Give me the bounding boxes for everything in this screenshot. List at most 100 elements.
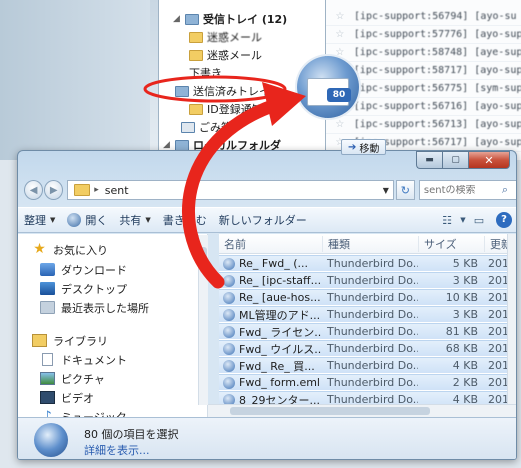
thunderbird-sidebar-edge	[0, 0, 150, 160]
nav-favorites[interactable]: ★ お気に入り	[32, 240, 108, 259]
nav-pictures[interactable]: ピクチャ	[40, 369, 105, 388]
breadcrumb-chevron-icon[interactable]: ▸	[94, 185, 99, 195]
command-bar: 整理 ▼ 開く 共有 ▼ 書き込む 新しいフォルダー ☷ ▼ ▭ ?	[18, 207, 516, 233]
forward-button[interactable]: ▶	[44, 180, 64, 200]
message-row[interactable]: ☆ [ipc-support:57776] [ayo-sup	[326, 26, 521, 44]
folder-junk-1[interactable]: 迷惑メール	[189, 28, 262, 46]
file-row[interactable]: Re_ [ipc-staff... Thunderbird Do... 3 KB…	[219, 272, 516, 288]
file-name: Re_ Fwd_ (...	[239, 257, 308, 270]
help-icon[interactable]: ?	[496, 212, 512, 228]
message-subject: [ipc-support:58717] [ayo-sup	[353, 65, 521, 76]
nav-downloads[interactable]: ダウンロード	[40, 260, 127, 279]
message-row[interactable]: ☆ [ipc-support:56794] [ayo-su	[326, 8, 521, 26]
open-label: 開く	[85, 214, 108, 227]
breadcrumb-current-folder[interactable]: sent	[105, 184, 129, 197]
file-type: Thunderbird Do...	[327, 257, 418, 270]
nav-documents[interactable]: ドキュメント	[40, 350, 127, 369]
file-row[interactable]: ML管理のアド... Thunderbird Do... 3 KB 201	[219, 306, 516, 322]
file-name: Fwd_ ウイルス...	[239, 342, 322, 356]
folder-label: 受信トレイ (12)	[203, 13, 288, 26]
move-button[interactable]: ➔ 移動	[341, 139, 387, 155]
preview-pane-icon[interactable]: ▭	[468, 214, 490, 227]
share-button[interactable]: 共有 ▼	[113, 209, 156, 231]
maximize-button[interactable]: ▢	[442, 151, 468, 169]
file-type: Thunderbird Do...	[327, 376, 418, 389]
folder-trash[interactable]: ごみ箱	[181, 118, 232, 136]
message-row[interactable]: ☆ [ipc-support:56713] [ayo-sup	[326, 116, 521, 134]
star-icon: ★	[33, 241, 46, 257]
folder-inbox[interactable]: ◢ 受信トレイ (12)	[173, 10, 287, 28]
file-row[interactable]: Re_ Fwd_ (... Thunderbird Do... 5 KB 201	[219, 255, 516, 271]
navigation-scrollbar[interactable]	[198, 235, 208, 405]
file-row[interactable]: Fwd_ Re_ 買... Thunderbird Do... 4 KB 201	[219, 357, 516, 373]
thunderbird-icon	[223, 325, 235, 338]
folder-label: 迷惑メール	[207, 31, 262, 44]
file-type: Thunderbird Do...	[327, 325, 418, 338]
picture-icon	[40, 372, 55, 385]
file-name: Fwd_ form.eml	[239, 376, 320, 389]
folder-label: ごみ箱	[199, 121, 232, 134]
column-size[interactable]: サイズ	[418, 235, 484, 252]
collapse-icon[interactable]: ◢	[173, 14, 183, 24]
nav-recent[interactable]: 最近表示した場所	[40, 298, 149, 317]
folder-label: ID登録通知	[207, 103, 263, 116]
local-folder-icon	[175, 139, 189, 151]
folder-sent[interactable]: 送信済みトレイ	[175, 82, 270, 100]
thunderbird-icon	[223, 376, 235, 389]
nav-videos[interactable]: ビデオ	[40, 388, 94, 407]
chevron-down-icon[interactable]: ▼	[458, 216, 468, 224]
horizontal-scrollbar[interactable]	[208, 404, 516, 417]
arrow-right-icon: ➔	[348, 141, 357, 153]
arrow-right-icon: ▶	[49, 184, 58, 196]
file-row[interactable]: Fwd_ form.eml Thunderbird Do... 2 KB 201	[219, 374, 516, 390]
folder-drafts[interactable]: 下書き	[189, 64, 222, 82]
file-row[interactable]: Fwd_ ライセン... Thunderbird Do... 81 KB 201	[219, 323, 516, 339]
thunderbird-icon	[223, 308, 235, 321]
new-folder-button[interactable]: 新しいフォルダー	[213, 209, 313, 231]
file-name: Fwd_ Re_ 買...	[239, 359, 315, 373]
open-button[interactable]: 開く	[61, 209, 113, 231]
show-details-link[interactable]: 詳細を表示...	[84, 442, 150, 458]
back-button[interactable]: ◀	[24, 180, 44, 200]
star-icon[interactable]: ☆	[326, 119, 354, 130]
scrollbar-thumb[interactable]	[200, 247, 207, 273]
folder-id-notify[interactable]: ID登録通知	[189, 100, 263, 118]
refresh-button[interactable]: ↻	[395, 180, 415, 200]
message-row[interactable]: ☆ [ipc-support:58748] [aye-sup	[326, 44, 521, 62]
minimize-button[interactable]: ▬	[416, 151, 442, 169]
chevron-down-icon: ▼	[145, 216, 151, 224]
nav-label: ビデオ	[61, 391, 94, 405]
column-type[interactable]: 種類	[322, 235, 418, 252]
thunderbird-icon	[223, 274, 235, 287]
refresh-icon: ↻	[400, 183, 410, 197]
star-icon[interactable]: ☆	[326, 29, 354, 40]
folder-junk-2[interactable]: 迷惑メール	[189, 46, 262, 64]
column-name[interactable]: 名前	[219, 236, 322, 252]
file-list-scrollbar[interactable]	[507, 234, 516, 404]
organize-button[interactable]: 整理 ▼	[18, 209, 61, 231]
file-row[interactable]: Re_ [aue-hos... Thunderbird Do... 10 KB …	[219, 289, 516, 305]
address-bar[interactable]: ▸ sent ▼	[67, 180, 394, 200]
nav-label: デスクトップ	[61, 282, 127, 296]
file-size: 2 KB	[452, 376, 478, 389]
nav-libraries[interactable]: ライブラリ	[32, 331, 108, 350]
burn-button[interactable]: 書き込む	[157, 209, 213, 231]
collapse-icon[interactable]: ◢	[163, 140, 173, 150]
nav-label: ダウンロード	[61, 263, 127, 277]
thunderbird-icon	[223, 359, 235, 372]
file-type: Thunderbird Do...	[327, 342, 418, 355]
file-row[interactable]: Fwd_ ウイルス... Thunderbird Do... 68 KB 201	[219, 340, 516, 356]
close-button[interactable]: ✕	[468, 151, 510, 169]
search-icon[interactable]: ⌕	[502, 183, 508, 197]
search-box[interactable]: ⌕	[418, 180, 516, 200]
star-icon[interactable]: ☆	[326, 11, 354, 22]
file-type: Thunderbird Do...	[327, 359, 418, 372]
burn-label: 書き込む	[162, 214, 207, 227]
nav-desktop[interactable]: デスクトップ	[40, 279, 127, 298]
folder-icon	[189, 49, 203, 61]
scrollbar-thumb[interactable]	[230, 407, 430, 415]
view-options-icon[interactable]: ☷	[436, 214, 458, 227]
chevron-down-icon[interactable]: ▼	[379, 186, 393, 195]
search-input[interactable]	[419, 184, 502, 196]
file-name: ML管理のアド...	[239, 308, 321, 322]
